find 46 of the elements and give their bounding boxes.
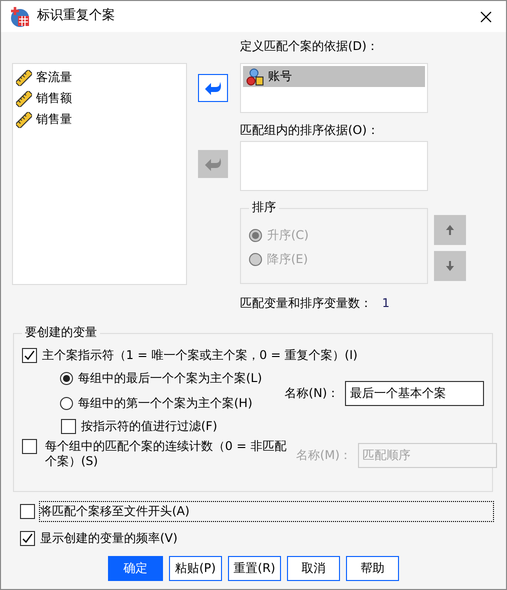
radio-button[interactable] bbox=[60, 372, 73, 385]
field-label: 名称(M)： bbox=[296, 448, 352, 463]
variable-item[interactable]: 销售额 bbox=[13, 88, 186, 109]
group-title: 排序 bbox=[249, 200, 279, 215]
checkbox[interactable] bbox=[22, 439, 37, 454]
up-arrow-icon bbox=[445, 224, 455, 236]
field-label: 名称(N)： bbox=[284, 386, 339, 401]
radio-label: 降序(E) bbox=[267, 252, 308, 266]
radio-label: 升序(C) bbox=[267, 228, 309, 242]
return-arrow-icon bbox=[204, 157, 222, 171]
checkbox-label: 主个案指示符（1 = 唯一个案或主个案，0 = 重复个案）(I) bbox=[42, 348, 358, 363]
radio-label: 每组中的第一个个案为主个案(H) bbox=[78, 396, 252, 411]
ruler-icon bbox=[16, 112, 32, 128]
variable-item[interactable]: 客流量 bbox=[13, 67, 186, 88]
checkbox-label: 每个组中的匹配个案的连续计数（0 = 非匹配个案）(S) bbox=[45, 439, 288, 469]
field-label: 匹配组内的排序依据(O)： bbox=[240, 123, 380, 139]
dialog-button[interactable]: 重置(R) bbox=[228, 556, 281, 581]
dialog-button[interactable]: 粘贴(P) bbox=[169, 556, 222, 581]
window-title: 标识重复个案 bbox=[37, 8, 115, 25]
count-value: 1 bbox=[382, 296, 390, 311]
checkbox-label: 按指示符的值进行过滤(F) bbox=[81, 419, 218, 434]
name-field[interactable]: 最后一个基本个案 bbox=[345, 381, 484, 406]
variable-group-icon bbox=[246, 68, 264, 86]
app-icon bbox=[9, 6, 31, 28]
field-label: 定义匹配个案的依据(D)： bbox=[240, 39, 380, 55]
radio-label: 每组中的最后一个个案为主个案(L) bbox=[78, 371, 262, 386]
checkbox[interactable] bbox=[20, 531, 35, 546]
ruler-icon bbox=[16, 90, 32, 106]
count-label: 匹配变量和排序变量数： bbox=[240, 296, 372, 311]
checkbox[interactable] bbox=[20, 504, 35, 519]
variable-item[interactable]: 账号 bbox=[243, 66, 425, 87]
variable-item[interactable]: 销售量 bbox=[13, 109, 186, 130]
dialog-button[interactable]: 帮助 bbox=[346, 556, 399, 581]
checkbox-label: 将匹配个案移至文件开头(A) bbox=[40, 502, 493, 521]
down-arrow-icon bbox=[445, 260, 455, 272]
close-icon[interactable] bbox=[480, 10, 492, 23]
checkbox-label: 显示创建的变量的频率(V) bbox=[40, 531, 178, 546]
radio-button[interactable] bbox=[60, 397, 73, 410]
move-button[interactable] bbox=[198, 74, 228, 102]
checkbox[interactable] bbox=[22, 348, 37, 363]
ruler-icon bbox=[16, 70, 32, 86]
group-title: 要创建的变量 bbox=[22, 325, 100, 340]
return-arrow-icon bbox=[204, 81, 222, 95]
dialog-button[interactable]: 确定 bbox=[108, 556, 163, 581]
dialog-button[interactable]: 取消 bbox=[287, 556, 340, 581]
checkbox[interactable] bbox=[61, 419, 76, 434]
